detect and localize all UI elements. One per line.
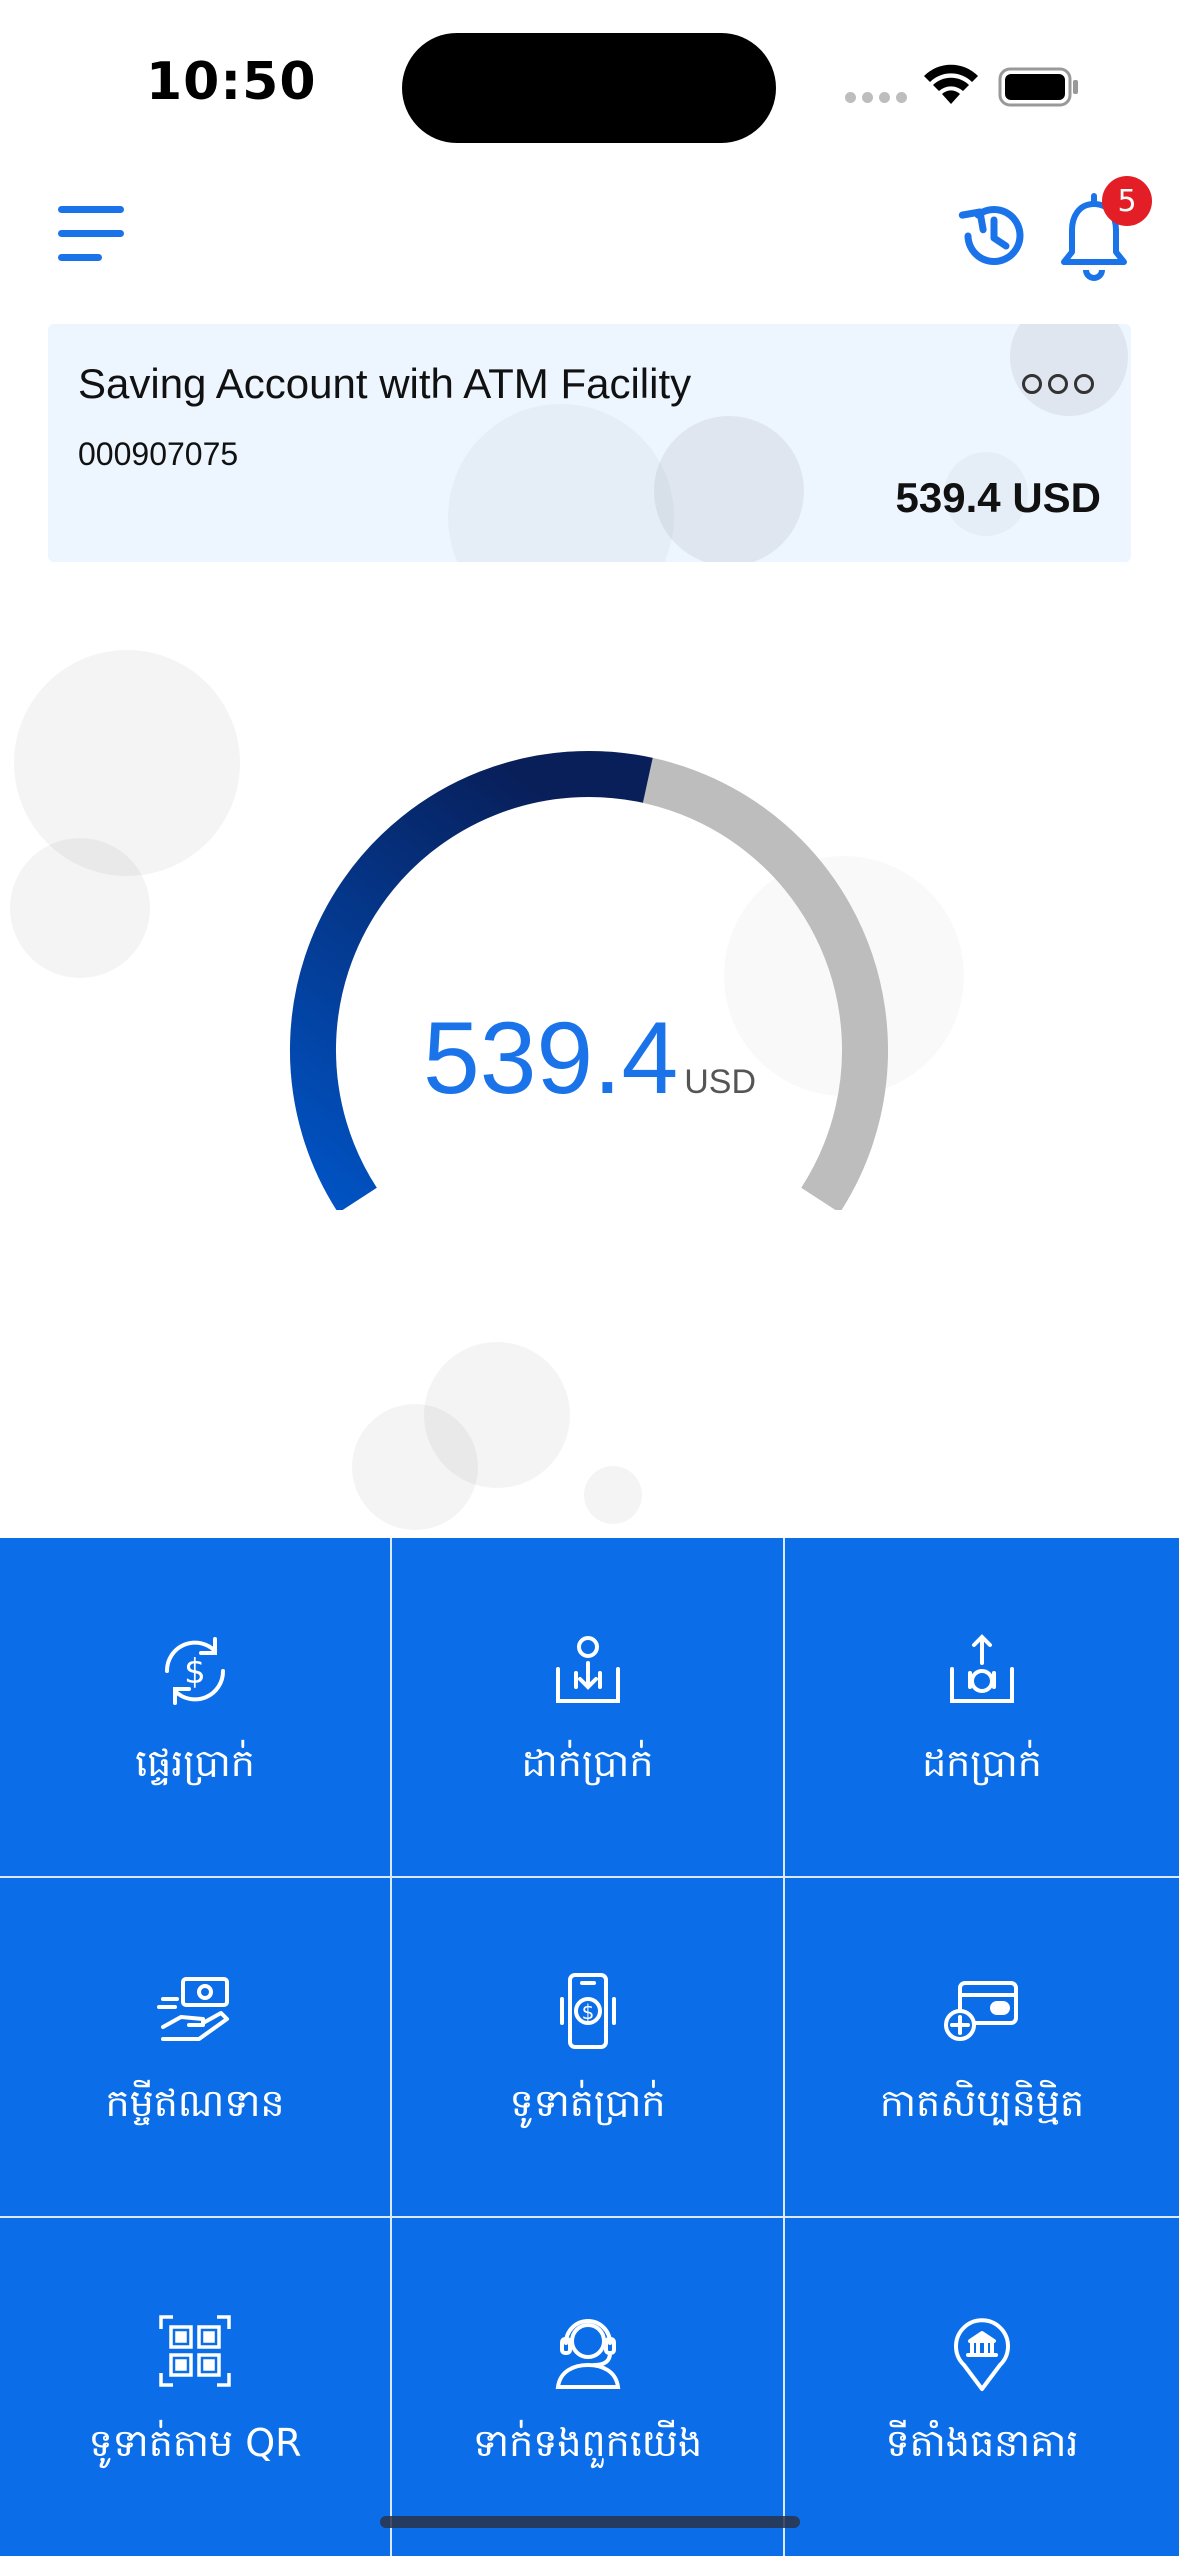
decor-bubble [352,1404,478,1530]
decor-bubble [1010,324,1128,416]
action-transfer[interactable]: $ ផ្ទេរប្រាក់ [0,1538,392,1878]
action-label: ដកប្រាក់ [922,1741,1042,1785]
action-bank-location[interactable]: ទីតាំងធនាគារ [785,2218,1179,2556]
menu-line [58,206,124,213]
gauge-amount: 539.4 [422,1001,679,1115]
decor-bubble [10,838,150,978]
virtual-card-icon [944,1981,1018,2041]
payment-icon: $ [559,1973,616,2049]
action-label: ទូទាត់តាម QR [88,2421,302,2465]
svg-text:$: $ [184,1652,206,1692]
action-label: កម្ចីឥណទាន [105,2081,285,2125]
cellular-signal-icon [845,92,907,103]
action-loan[interactable]: កម្ចីឥណទាន [0,1878,392,2218]
decor-bubble [584,1466,642,1524]
action-label: ផ្ទេរប្រាក់ [135,1741,255,1785]
dynamic-island [402,33,776,143]
action-label: កាតសិប្បនិម្មិត [879,2081,1085,2125]
history-icon[interactable] [952,196,1032,276]
menu-line [58,230,124,237]
decor-bubble [448,404,674,562]
status-time: 10:50 [146,52,317,112]
withdraw-icon [950,1634,1014,1703]
action-label: ទីតាំងធនាគារ [885,2421,1079,2465]
action-withdraw[interactable]: ដកប្រាក់ [785,1538,1179,1878]
wifi-icon [924,64,978,104]
transfer-icon: $ [164,1637,226,1705]
home-indicator[interactable] [380,2516,800,2528]
menu-line [58,254,102,261]
loan-icon [157,1977,229,2041]
gauge-fill [289,750,653,1210]
action-qr-pay[interactable]: ទូទាត់តាម QR [0,2218,392,2556]
gauge-value: 539.4 USD [0,1000,1179,1117]
gauge-currency: USD [684,1063,757,1101]
action-label: ដាក់ប្រាក់ [521,1741,654,1785]
bank-location-icon [954,2318,1010,2391]
action-contact-us[interactable]: ទាក់ទងពួកយើង [392,2218,785,2556]
action-label: ទូទាត់ប្រាក់ [509,2081,666,2125]
deposit-icon [555,1636,620,1703]
decor-bubble [14,650,240,876]
balance-gauge [289,750,888,1210]
qr-code-icon [159,2315,231,2387]
account-name: Saving Account with ATM Facility [78,360,692,407]
decor-bubble [654,416,804,562]
action-virtual-card[interactable]: កាតសិប្បនិម្មិត [785,1878,1179,2218]
menu-button[interactable] [58,206,126,262]
action-label: ទាក់ទងពួកយើង [472,2421,703,2465]
action-deposit[interactable]: ដាក់ប្រាក់ [392,1538,785,1878]
account-balance: 539.4 USD [895,474,1101,521]
svg-text:$: $ [581,2000,594,2024]
support-agent-icon [555,2319,620,2389]
action-payment[interactable]: $ ទូទាត់ប្រាក់ [392,1878,785,2218]
action-grid: $ ផ្ទេរប្រាក់ ដាក់ប្រាក់ ដកប្រាក់ កម្ចីឥ… [0,1538,1179,2556]
battery-icon [998,67,1078,107]
notification-badge: 5 [1102,176,1152,226]
more-options-icon[interactable] [1022,374,1094,394]
account-card[interactable]: Saving Account with ATM Facility 0009070… [48,324,1131,562]
account-number: 000907075 [78,436,239,472]
